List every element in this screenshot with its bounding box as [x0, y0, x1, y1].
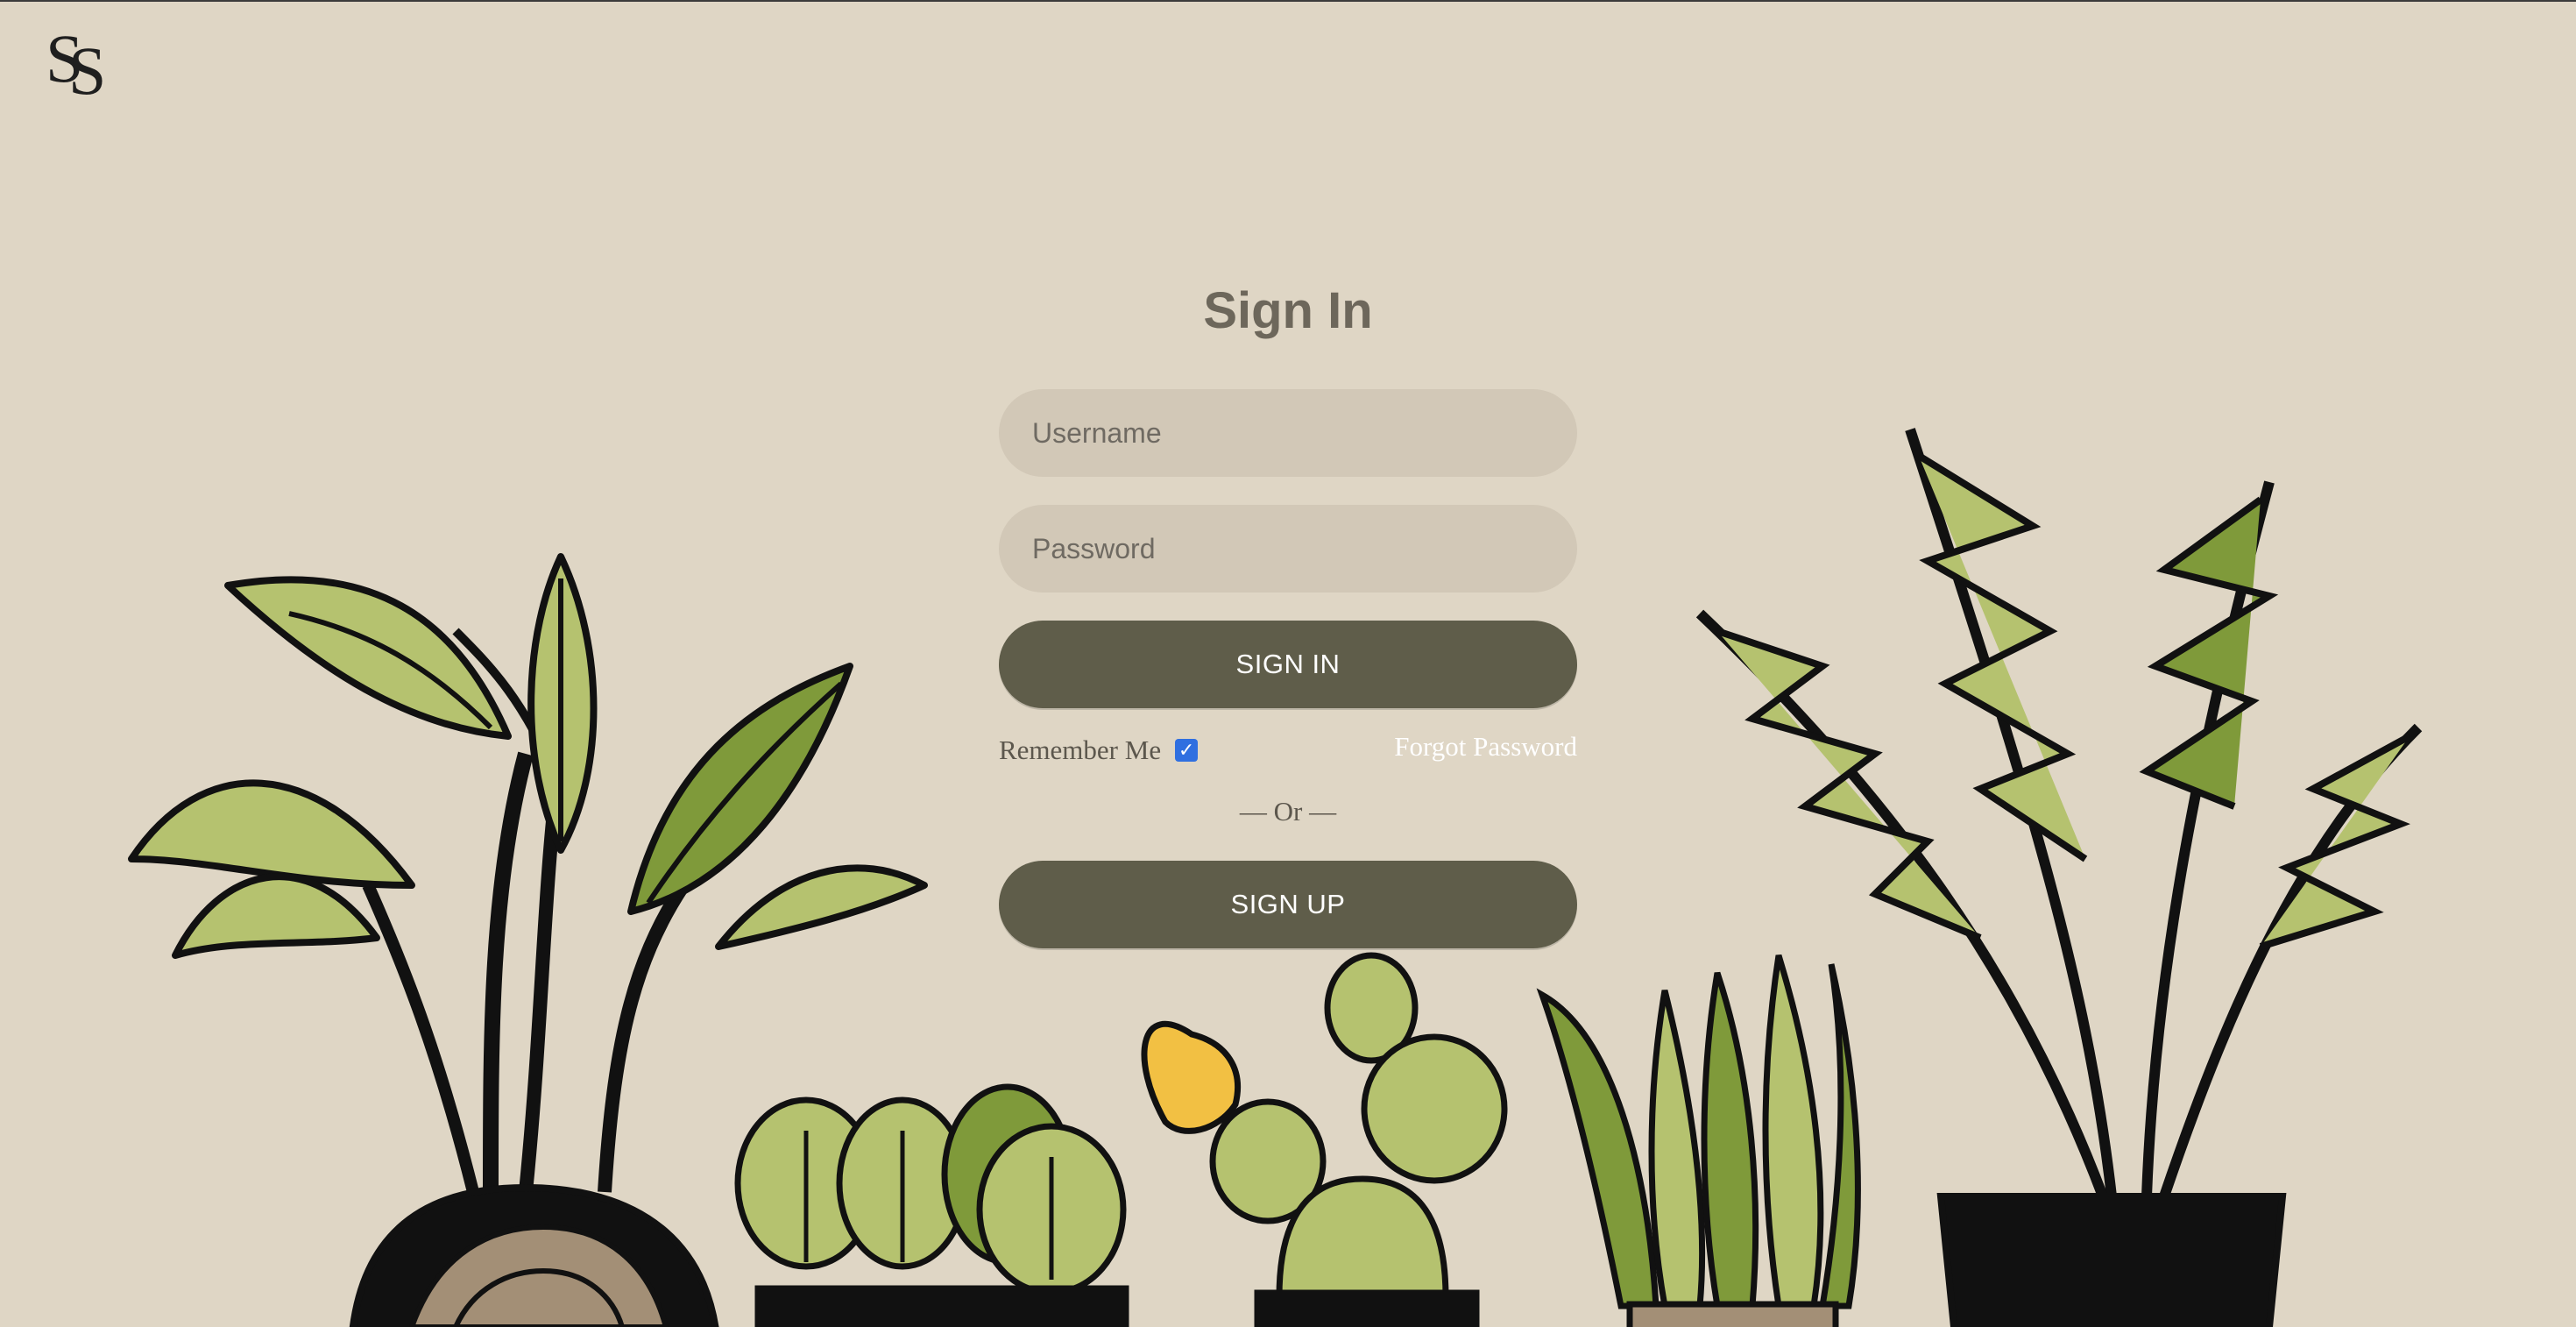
sign-up-button[interactable]: SIGN UP [999, 861, 1577, 948]
aloe-plant-icon [1536, 954, 1861, 1327]
password-input[interactable] [999, 505, 1577, 593]
sign-in-button[interactable]: SIGN IN [999, 621, 1577, 708]
remember-me-checkbox[interactable]: ✓ [1175, 739, 1199, 762]
cactus-icon [1141, 952, 1508, 1327]
round-leaf-plant-icon [734, 1083, 1129, 1327]
remember-me-label: Remember Me [999, 734, 1162, 765]
or-divider: — Or — [1239, 796, 1337, 827]
remember-me[interactable]: Remember Me ✓ [999, 734, 1199, 766]
username-input[interactable] [999, 389, 1577, 477]
page-title: Sign In [1203, 282, 1373, 339]
forgot-password-link[interactable]: Forgot Password [1394, 731, 1577, 763]
